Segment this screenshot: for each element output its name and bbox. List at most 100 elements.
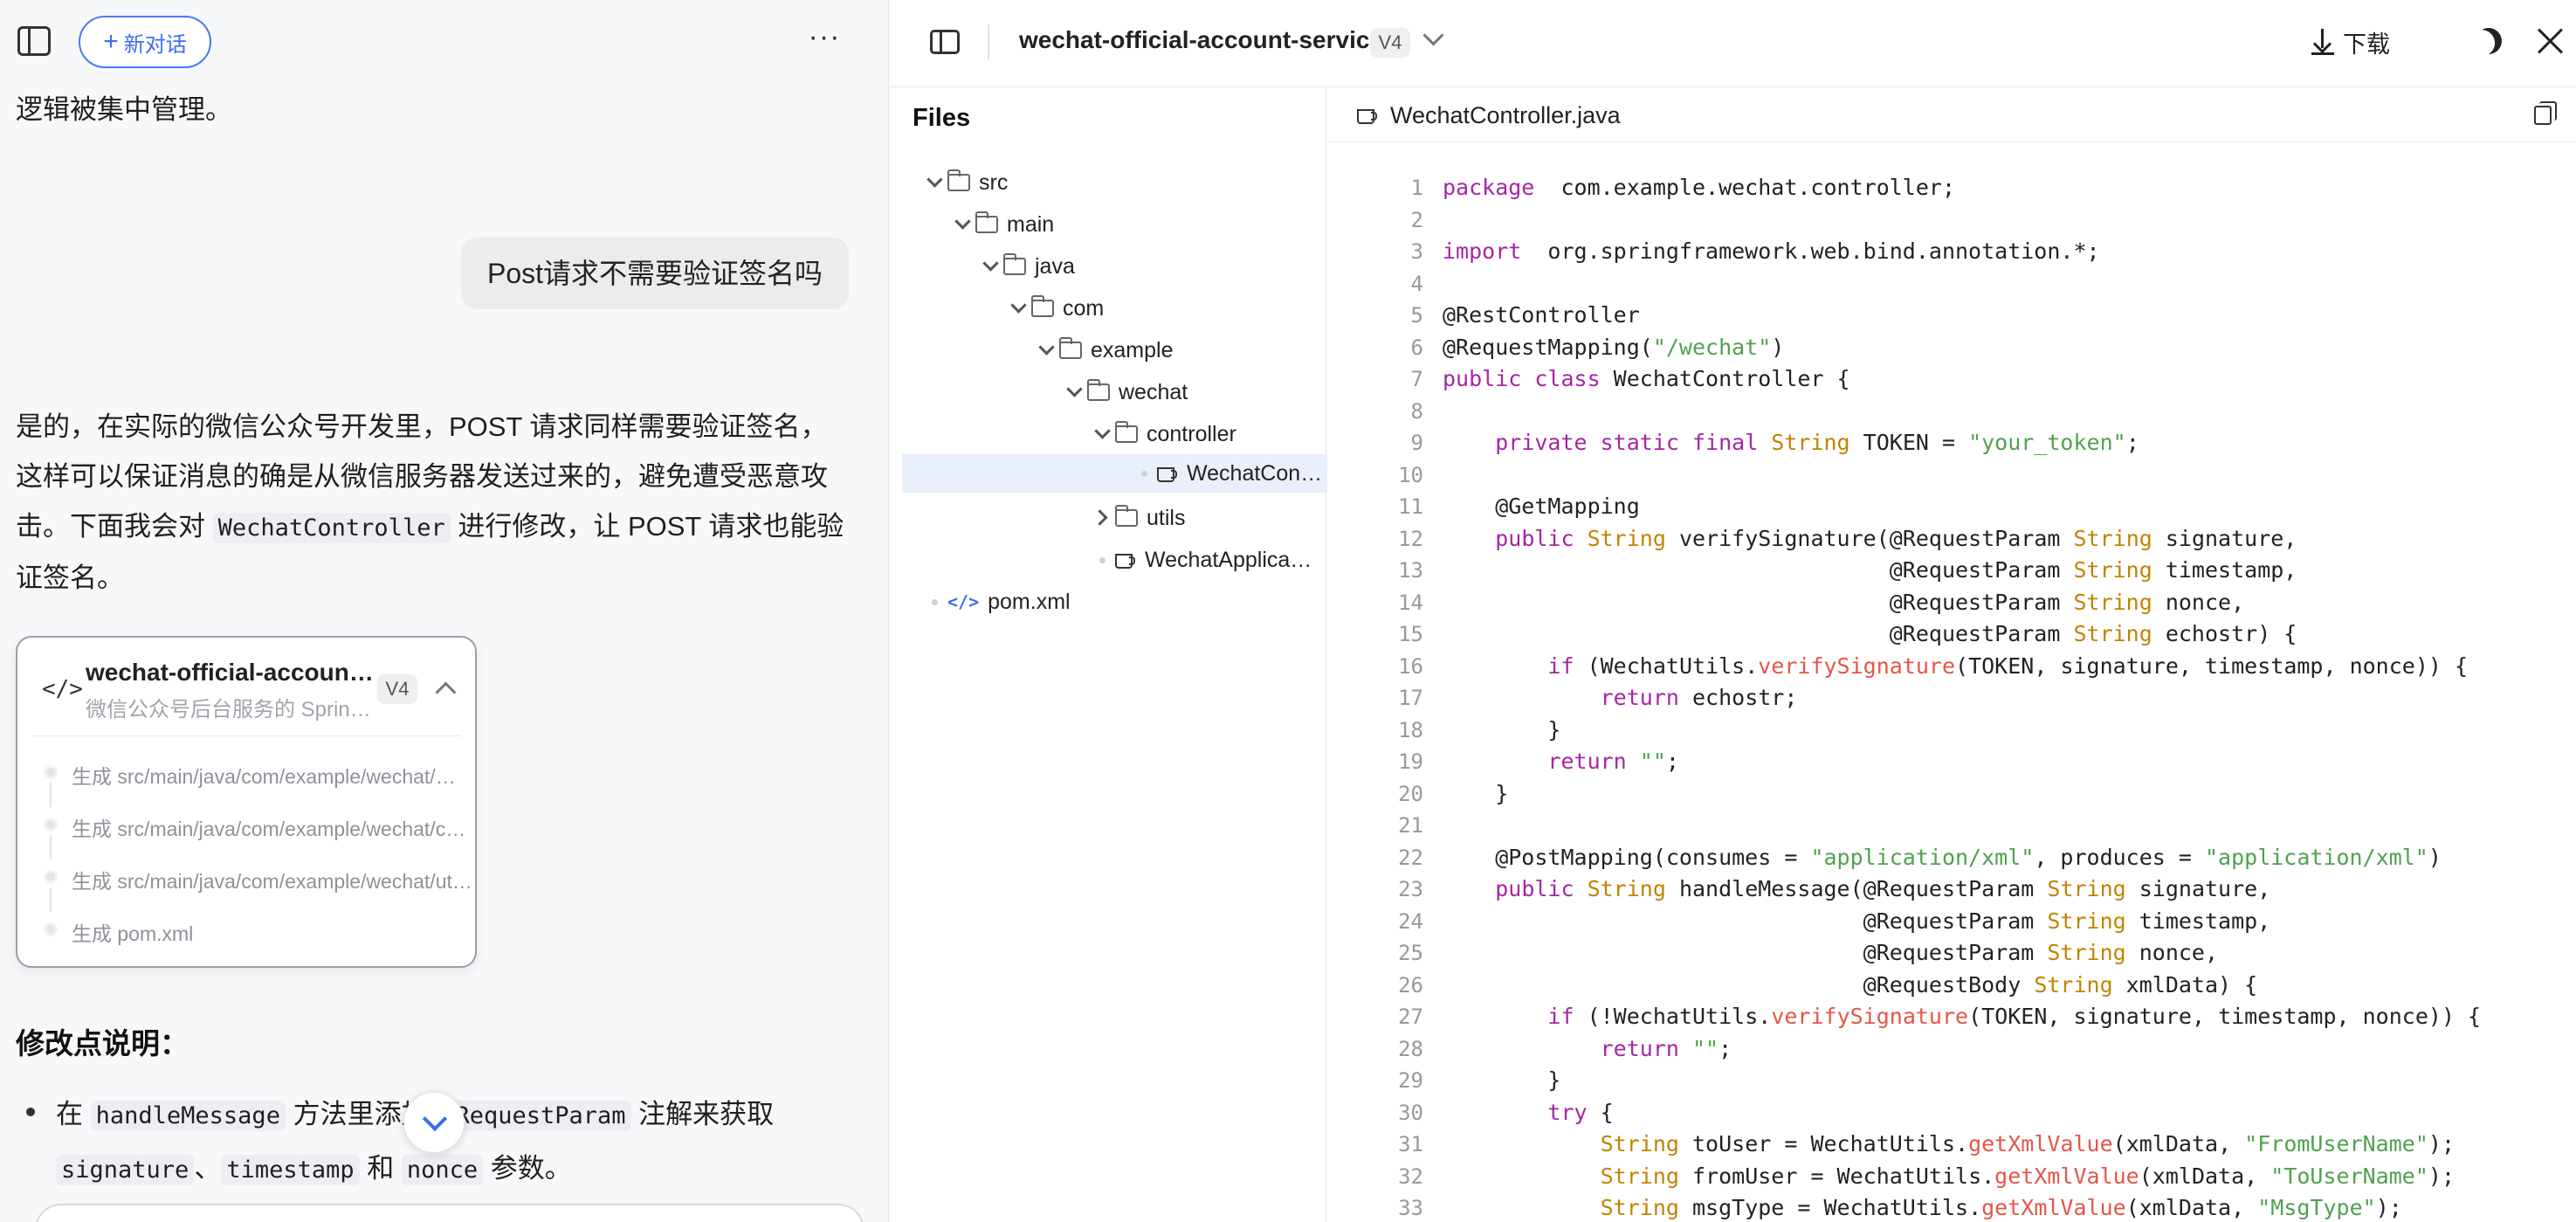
code-line: 24 @RequestParam String timestamp, [1327,906,2576,938]
line-number: 2 [1410,207,1423,232]
file-dot-icon [921,583,947,621]
folder-icon [1115,505,1138,527]
chevron-down-icon[interactable] [1422,26,1443,47]
line-content: package com.example.wechat.controller; [1443,172,1955,204]
code-line: 3 import org.springframework.web.bind.ann… [1327,236,2576,268]
inline-code: nonce [401,1155,484,1185]
tree-file-pom[interactable]: </> pom.xml [921,583,1071,621]
folder-icon [1059,337,1082,359]
line-content: @RequestMapping("/wechat") [1443,332,1784,364]
chevron-up-icon[interactable] [435,676,458,699]
divider [988,24,989,59]
code-token: TOKEN = [1849,430,1969,455]
code-token: @PostMapping(consumes = [1443,844,1811,870]
tree-label: WechatController.java [1187,460,1326,486]
line-content: String fromUser = WechatUtils.getXmlValu… [1443,1161,2455,1193]
section-heading: 修改点说明： [16,1027,189,1060]
code-token: ; [2125,430,2139,455]
tree-label: controller [1147,421,1236,446]
line-content: return ""; [1443,1033,1732,1066]
tree-folder-controller[interactable]: controller [1089,415,1236,453]
code-token: (!WechatUtils. [1574,1004,1772,1029]
line-content: public String handleMessage(@RequestPara… [1443,873,2270,906]
folder-icon [1087,379,1110,401]
tree-file-wechatcontroller[interactable]: WechatController.java [902,454,1328,493]
new-chat-button[interactable]: + 新对话 [79,16,211,68]
tree-file-wechatapplication[interactable]: WechatApplication.java [1089,541,1316,579]
code-token: @RequestParam [1443,621,2074,646]
tree-folder-java[interactable]: java [977,247,1075,286]
download-button[interactable]: 下载 [2311,23,2390,61]
code-token: (xmlData, [2139,1163,2271,1189]
chat-input-box[interactable] [35,1204,864,1222]
code-token: String [2073,525,2152,551]
code-token: ; [1718,1035,1732,1061]
line-content: public String verifySignature(@RequestPa… [1443,523,2297,556]
code-line: 5 @RestController [1327,300,2576,332]
tree-folder-main[interactable]: main [949,205,1054,244]
moon-icon[interactable] [2471,24,2507,59]
java-file-icon [1115,550,1136,570]
code-token: (xmlData, [2125,1195,2258,1220]
line-number: 20 [1398,781,1423,806]
code-token: (WechatUtils. [1574,652,1759,679]
code-icon: </> [42,676,83,702]
step-item: 生成 src/main/java/com/example/wechat/util… [72,870,473,893]
copy-icon[interactable] [2534,101,2557,125]
line-number: 7 [1410,367,1423,391]
folder-icon [1003,253,1026,275]
code-line: 18 } [1327,715,2576,747]
code-token: timestamp, [2125,908,2271,934]
code-token: ); [2375,1195,2402,1220]
code-token: } [1443,716,1561,742]
line-number: 14 [1398,590,1423,615]
code-token: signature, [2125,876,2271,901]
code-token: String [2047,940,2126,965]
line-content: } [1443,715,1560,747]
code-token: if [1547,1004,1574,1029]
tree-folder-src[interactable]: src [921,163,1008,202]
code-token: String [1600,1163,1679,1189]
scroll-down-button[interactable] [403,1092,465,1153]
line-number: 17 [1398,686,1423,710]
code-token: ) [2428,844,2442,870]
code-line: 1 package com.example.wechat.controller; [1327,172,2576,204]
line-number: 4 [1410,271,1423,296]
code-token: @RequestParam [1443,908,2048,934]
tree-folder-com[interactable]: com [1005,289,1104,328]
code-line: 14 @RequestParam String nonce, [1327,587,2576,619]
artifact-card[interactable]: </> wechat-official-account-service 微信公众… [16,636,477,968]
line-number: 28 [1398,1036,1423,1061]
tree-label: main [1007,211,1055,237]
code-lines[interactable]: 1 package com.example.wechat.controller; 2… [1327,172,2576,1222]
new-chat-label: 新对话 [123,32,187,57]
sidebar-toggle-icon[interactable] [17,26,51,56]
line-number: 9 [1410,431,1423,455]
tree-label: WechatApplication.java [1145,547,1316,572]
line-content: try { [1443,1097,1613,1129]
tree-label: example [1091,337,1174,362]
tree-folder-utils[interactable]: utils [1089,499,1185,537]
files-heading: Files [913,104,971,132]
close-icon[interactable] [2535,24,2566,56]
tree-folder-wechat[interactable]: wechat [1061,373,1188,411]
code-token: verifySignature(@RequestParam [1665,525,2074,551]
code-token: "FromUserName" [2244,1131,2428,1156]
code-token: (xmlData, [2112,1131,2245,1156]
chat-header: + 新对话 ··· [0,0,888,84]
version-badge[interactable]: V4 [1370,28,1410,58]
line-content: return ""; [1443,746,1679,778]
code-token: (TOKEN, signature, timestamp, nonce)) { [1955,652,2469,679]
more-options-icon[interactable]: ··· [803,21,845,63]
code-token: private static final [1495,430,1759,455]
line-content: @RequestParam String nonce, [1443,937,2218,970]
line-content: @GetMapping [1443,491,1640,523]
line-number: 3 [1410,239,1423,264]
tree-folder-example[interactable]: example [1033,331,1174,369]
bullet-text: 在 [56,1099,91,1129]
code-token: getXmlValue [1968,1131,2113,1156]
panel-toggle-icon[interactable] [930,30,960,54]
step-dot-icon [44,765,58,779]
